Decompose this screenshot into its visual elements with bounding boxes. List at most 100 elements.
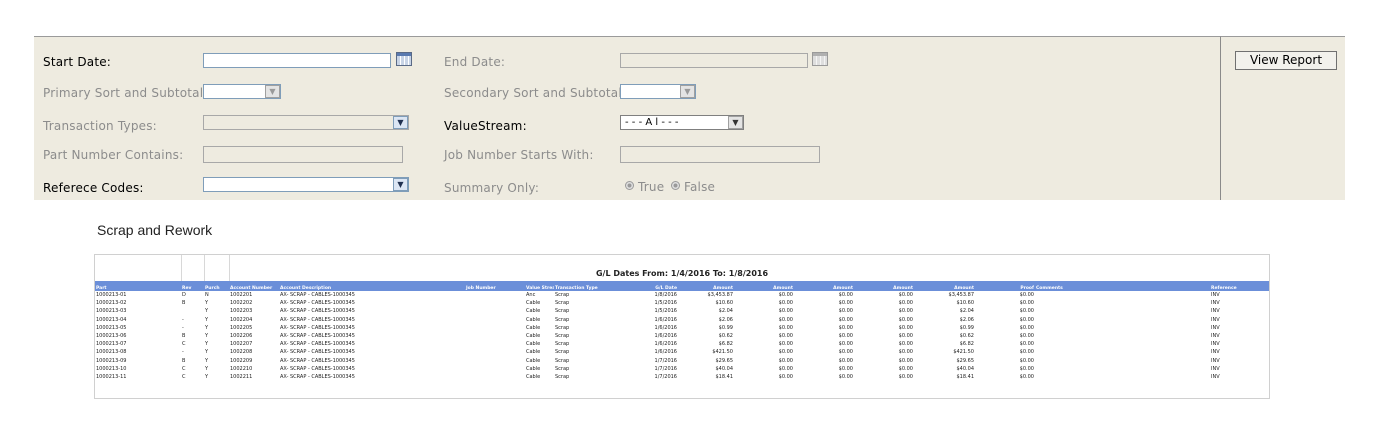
chevron-down-icon[interactable]: ▼	[393, 116, 408, 129]
chevron-down-icon[interactable]: ▼	[680, 85, 695, 98]
table-cell: B	[182, 357, 186, 364]
table-cell: $0.00	[1019, 349, 1034, 356]
column-header: Comments	[1035, 281, 1210, 291]
table-cell: Scrap	[555, 292, 570, 299]
table-cell	[465, 332, 525, 340]
column-header: Amount	[734, 281, 794, 291]
table-cell: $0.00	[838, 324, 853, 331]
table-cell: 1000213-03	[96, 308, 127, 315]
table-cell: $0.00	[778, 324, 793, 331]
calendar-icon[interactable]	[812, 52, 828, 66]
table-cell: Anc	[526, 292, 536, 299]
table-cell: $10.60	[956, 300, 975, 307]
table-cell: $0.00	[898, 316, 913, 323]
table-cell	[1035, 340, 1210, 348]
table-cell: $0.00	[778, 365, 793, 372]
table-cell: 1002204	[230, 316, 253, 323]
table-cell	[1035, 332, 1210, 340]
summary-false-radio[interactable]	[671, 181, 680, 190]
table-cell: AX- SCRAP - CABLES-1000345	[280, 349, 355, 356]
table-cell: 1002201	[230, 292, 253, 299]
table-cell: Y	[205, 349, 209, 356]
table-cell: $3,453.87	[948, 292, 974, 299]
secondary-sort-select[interactable]: ▼	[620, 84, 696, 99]
view-report-button[interactable]: View Report	[1235, 51, 1337, 70]
table-cell: INV	[1211, 341, 1220, 348]
table-cell: Cable	[526, 365, 541, 372]
end-date-input[interactable]	[620, 53, 808, 68]
calendar-icon[interactable]	[396, 52, 412, 66]
table-cell: INV	[1211, 292, 1220, 299]
summary-true-radio[interactable]	[625, 181, 634, 190]
table-cell: $6.82	[718, 341, 733, 348]
chevron-down-icon[interactable]: ▼	[393, 178, 408, 191]
table-cell: $0.00	[898, 365, 913, 372]
table-cell	[465, 373, 525, 381]
table-cell: $3,453.87	[707, 292, 733, 299]
primary-sort-select[interactable]: ▼	[203, 84, 281, 99]
table-cell: $421.50	[953, 349, 974, 356]
table-cell: 1/5/2016	[654, 308, 677, 315]
button-panel: View Report	[1220, 36, 1345, 200]
table-cell: Scrap	[555, 365, 570, 372]
table-cell: 1002206	[230, 333, 253, 340]
table-cell	[1035, 307, 1210, 315]
table-cell: 1/6/2016	[654, 324, 677, 331]
table-cell: Y	[205, 333, 209, 340]
table-row: 1000213-03 Y 1002203 AX- SCRAP - CABLES-100…	[95, 307, 1269, 315]
table-cell: 1/6/2016	[654, 316, 677, 323]
table-cell: 1002202	[230, 300, 253, 307]
table-cell: AX- SCRAP - CABLES-1000345	[280, 333, 355, 340]
table-cell: 1002211	[230, 373, 253, 380]
table-row: 1000213-02 B Y 1002202 AX- SCRAP - CABLES-10…	[95, 299, 1269, 307]
table-row: 1000213-11 C Y 1002211 AX- SCRAP - CABLES-10…	[95, 373, 1269, 381]
table-cell: $0.00	[778, 308, 793, 315]
part-number-input[interactable]	[203, 146, 403, 163]
table-cell: $0.00	[898, 349, 913, 356]
transaction-types-select[interactable]: ▼	[203, 115, 409, 130]
table-cell: 1002208	[230, 349, 253, 356]
chevron-down-icon[interactable]: ▼	[728, 116, 743, 129]
table-row: 1000213-06 B Y 1002206 AX- SCRAP - CABLES-10…	[95, 332, 1269, 340]
table-cell: 1000213-01	[96, 292, 127, 299]
table-cell: AX- SCRAP - CABLES-1000345	[280, 292, 355, 299]
table-cell: Y	[205, 316, 209, 323]
table-cell: $0.00	[838, 357, 853, 364]
table-cell: 1000213-08	[96, 349, 127, 356]
reference-codes-select[interactable]: ▼	[203, 177, 409, 192]
table-cell: $10.60	[715, 300, 734, 307]
table-cell: AX- SCRAP - CABLES-1000345	[280, 316, 355, 323]
table-cell: 1000213-02	[96, 300, 127, 307]
column-header: Job Number	[465, 281, 525, 291]
table-cell: $0.00	[898, 308, 913, 315]
table-cell: $0.00	[778, 316, 793, 323]
table-cell: 1000213-11	[96, 373, 127, 380]
table-cell: $0.00	[1019, 292, 1034, 299]
table-cell	[1035, 365, 1210, 373]
report-header-row: Part Rev Purch Account Number Account Descri…	[95, 281, 1269, 291]
chevron-down-icon[interactable]: ▼	[265, 85, 280, 98]
table-cell: $0.00	[898, 300, 913, 307]
table-cell: $0.00	[838, 316, 853, 323]
table-cell: Scrap	[555, 316, 570, 323]
table-cell: $0.00	[778, 349, 793, 356]
table-cell: $0.00	[838, 308, 853, 315]
primary-sort-label: Primary Sort and Subtotal:	[43, 86, 208, 100]
table-cell: B	[182, 333, 186, 340]
table-cell: 1002207	[230, 341, 253, 348]
start-date-input[interactable]	[203, 53, 391, 68]
job-number-input[interactable]	[620, 146, 820, 163]
column-header: Part	[95, 281, 181, 291]
report-body: 1000213-01 D N 1002201 AX- SCRAP - CABLES-10…	[95, 291, 1269, 381]
table-cell: AX- SCRAP - CABLES-1000345	[280, 357, 355, 364]
table-row: 1000213-04 - Y 1002204 AX- SCRAP - CABLES-10…	[95, 316, 1269, 324]
value-stream-select[interactable]: - - - A l - - - ▼	[620, 115, 744, 130]
table-cell: $0.00	[1019, 316, 1034, 323]
end-date-label: End Date:	[444, 55, 506, 69]
table-cell: $0.00	[838, 341, 853, 348]
table-cell: INV	[1211, 308, 1220, 315]
part-number-label: Part Number Contains:	[43, 148, 184, 162]
reference-codes-label: Referece Codes:	[43, 181, 144, 195]
table-cell	[1035, 299, 1210, 307]
column-header: Amount	[794, 281, 854, 291]
